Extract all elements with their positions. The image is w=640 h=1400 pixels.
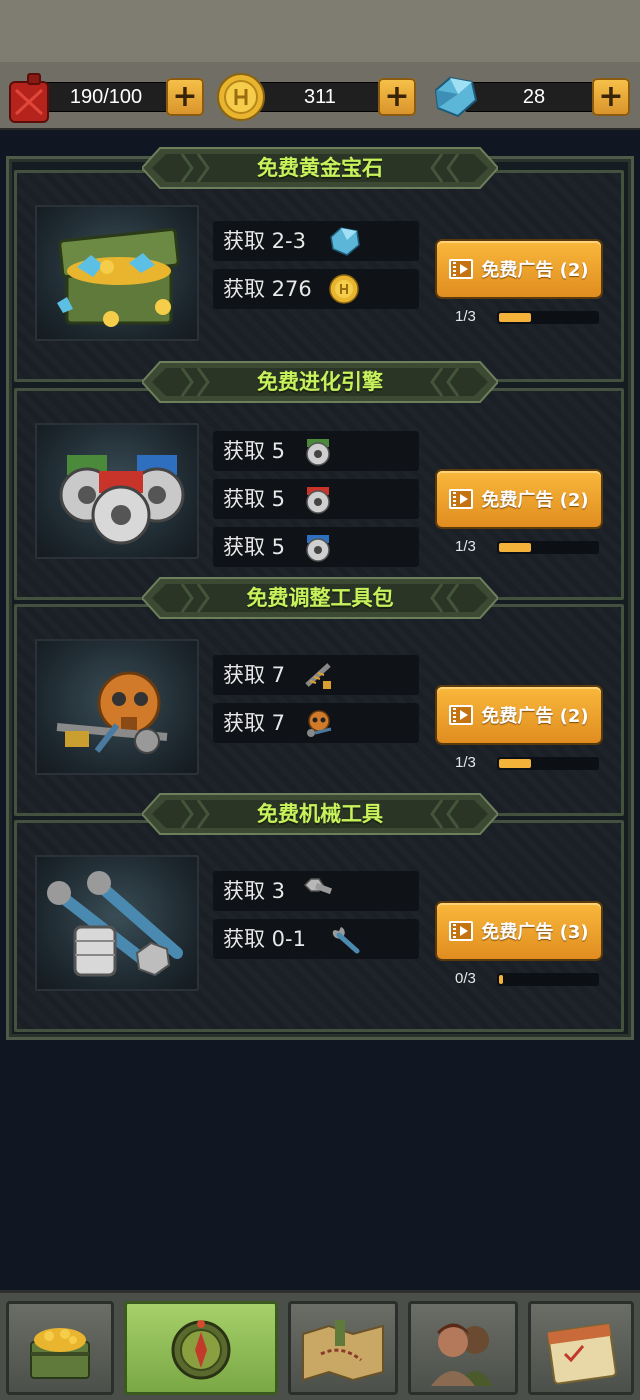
video-icon [449, 705, 474, 725]
reward-label: 获取 5 [223, 535, 286, 559]
section-title: 免费进化引擎 [257, 370, 383, 394]
engines-icon [59, 455, 185, 545]
video-icon [449, 259, 474, 279]
reward-thumbnail [35, 423, 199, 559]
watch-ad-label: 免费广告 (2) [481, 706, 589, 727]
gas-mask-icon [301, 707, 335, 739]
bottom-nav [0, 1290, 640, 1400]
reward-thumbnail [35, 205, 199, 341]
progress-track [497, 757, 599, 770]
reward-label: 获取 0-1 [223, 927, 306, 951]
watch-ad-button[interactable]: 免费广告 (3) [437, 903, 601, 959]
nav-calendar[interactable] [528, 1301, 634, 1395]
survivors-icon [431, 1323, 493, 1386]
reward-label: 获取 7 [223, 663, 286, 687]
ad-progress-text: 0/3 [455, 970, 476, 987]
reward-label: 获取 7 [223, 711, 286, 735]
tool-kit-icon [56, 671, 168, 754]
gems-value: 28 [522, 86, 546, 108]
blue-gem-icon [434, 76, 478, 118]
reward-thumbnail [35, 855, 199, 991]
section-title-banner: 免费进化引擎 [142, 360, 498, 404]
bolt-icon [301, 875, 335, 907]
coins-resource: 311 + [216, 73, 416, 121]
ad-progress-text: 1/3 [455, 538, 476, 555]
progress-fill [499, 759, 531, 768]
reward-section-2: 获取 5 获取 5 获取 5 免费广告 (2) 1/3 [14, 388, 624, 600]
progress-track [497, 541, 599, 554]
section-title: 免费调整工具包 [246, 586, 394, 610]
progress-fill [499, 543, 531, 552]
wrenches-icon [47, 871, 183, 977]
watch-ad-button[interactable]: 免费广告 (2) [437, 471, 601, 527]
spring-icon [301, 659, 335, 691]
add-fuel-button[interactable]: + [166, 78, 204, 116]
watch-ad-label: 免费广告 (2) [481, 490, 589, 511]
reward-label: 获取 2-3 [223, 229, 306, 253]
video-icon [449, 489, 474, 509]
ad-progress: 1/3 [455, 307, 605, 327]
compass-icon [171, 1320, 231, 1380]
progress-fill [499, 975, 503, 984]
map-icon [302, 1320, 384, 1382]
reward-section-1: 获取 2-3 获取 276 免费广告 (2) 1/3 [14, 170, 624, 382]
reward-label: 获取 5 [223, 439, 286, 463]
reward-row: 获取 2-3 [213, 221, 419, 261]
watch-ad-button[interactable]: 免费广告 (2) [437, 687, 601, 743]
ad-progress: 1/3 [455, 537, 605, 557]
watch-ad-button[interactable]: 免费广告 (2) [437, 241, 601, 297]
fuel-resource: 190/100 + [6, 73, 206, 123]
section-title-banner: 免费调整工具包 [142, 576, 498, 620]
treasure-chest-icon [57, 227, 180, 327]
reward-label: 获取 276 [223, 277, 312, 301]
watch-ad-label: 免费广告 (2) [481, 260, 589, 281]
ad-progress-text: 1/3 [455, 754, 476, 771]
reward-row: 获取 5 [213, 527, 419, 567]
gold-coin-icon [217, 73, 265, 121]
progress-track [497, 973, 599, 986]
nav-missions[interactable] [124, 1301, 278, 1395]
reward-row: 获取 7 [213, 703, 419, 743]
nav-shop[interactable] [6, 1301, 114, 1395]
status-bar [0, 0, 640, 62]
nav-survivors[interactable] [408, 1301, 518, 1395]
section-title-banner: 免费黄金宝石 [142, 146, 498, 190]
add-coins-button[interactable]: + [378, 78, 416, 116]
ad-progress-text: 1/3 [455, 308, 476, 325]
reward-section-3: 获取 7 获取 7 免费广告 (2) 1/3 [14, 604, 624, 816]
reward-row: 获取 7 [213, 655, 419, 695]
section-title: 免费黄金宝石 [257, 156, 383, 180]
red-engine-icon [301, 483, 335, 515]
add-gems-button[interactable]: + [592, 78, 630, 116]
progress-track [497, 311, 599, 324]
reward-row: 获取 0-1 [213, 919, 419, 959]
calendar-icon [547, 1323, 617, 1385]
reward-thumbnail [35, 639, 199, 775]
gems-resource: 28 + [430, 76, 636, 118]
watch-ad-label: 免费广告 (3) [481, 922, 589, 943]
section-title-banner: 免费机械工具 [142, 792, 498, 836]
reward-label: 获取 5 [223, 487, 286, 511]
nav-map[interactable] [288, 1301, 398, 1395]
coins-value: 311 [304, 86, 336, 108]
resource-bar: 190/100 + 311 + 28 + [0, 62, 640, 130]
reward-row: 获取 5 [213, 431, 419, 471]
reward-row: 获取 3 [213, 871, 419, 911]
blue-gem-icon [327, 225, 361, 257]
shop-chest-icon [30, 1328, 90, 1379]
video-icon [449, 921, 474, 941]
blue-engine-icon [301, 531, 335, 563]
progress-fill [499, 313, 531, 322]
ad-progress: 0/3 [455, 969, 605, 989]
wrench-icon [327, 923, 361, 955]
fuel-value: 190/100 [69, 86, 143, 108]
gold-coin-icon [327, 273, 361, 305]
ad-progress: 1/3 [455, 753, 605, 773]
reward-label: 获取 3 [223, 879, 286, 903]
green-engine-icon [301, 435, 335, 467]
section-title: 免费机械工具 [257, 802, 383, 826]
reward-row: 获取 5 [213, 479, 419, 519]
reward-section-4: 获取 3 获取 0-1 免费广告 (3) 0/3 [14, 820, 624, 1032]
reward-row: 获取 276 [213, 269, 419, 309]
